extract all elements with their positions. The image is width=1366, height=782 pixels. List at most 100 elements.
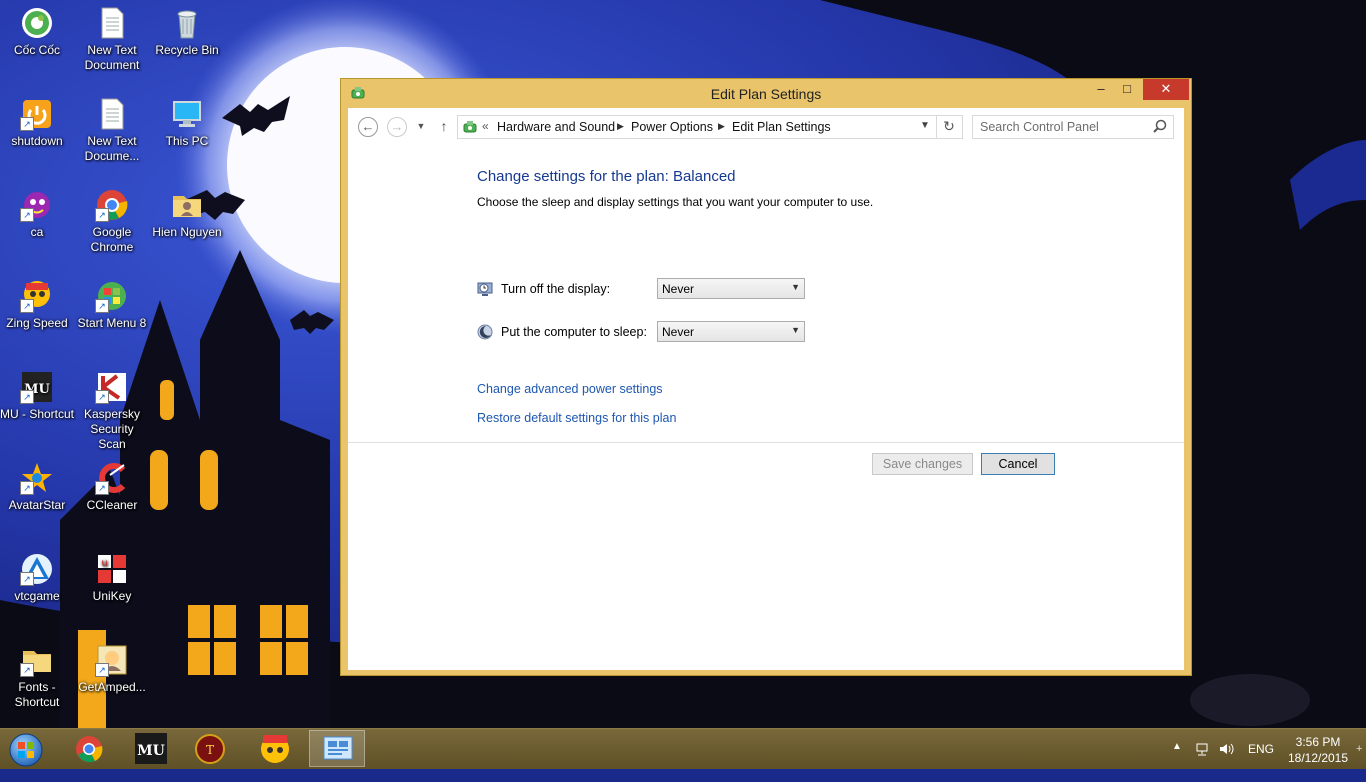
taskbar-control-panel[interactable] xyxy=(309,730,365,767)
shortcut-arrow-icon: ↗ xyxy=(95,208,109,222)
shortcut-arrow-icon: ↗ xyxy=(95,299,109,313)
ca-game-icon: ↗ xyxy=(20,188,54,222)
taskbar: MU T ▲ ENG 3:56 PM 18/12/2015 + xyxy=(0,728,1366,769)
clock-date: 18/12/2015 xyxy=(1287,751,1349,765)
network-icon[interactable] xyxy=(1194,741,1210,757)
save-changes-button[interactable]: Save changes xyxy=(872,453,973,475)
breadcrumb-separator-icon[interactable]: ▶ xyxy=(718,121,725,132)
desktop-icon-recycle-bin[interactable]: Recycle Bin xyxy=(150,6,224,58)
sleep-label: Put the computer to sleep: xyxy=(501,325,647,339)
search-placeholder: Search Control Panel xyxy=(980,120,1099,134)
breadcrumb-separator-icon[interactable]: ▶ xyxy=(617,121,624,132)
taskbar-chrome[interactable] xyxy=(61,730,117,767)
taskbar-game-2[interactable]: T xyxy=(182,730,238,767)
maximize-button[interactable]: □ xyxy=(1113,79,1141,100)
address-dropdown-icon[interactable]: ▼ xyxy=(920,120,930,131)
desktop-icon-vtcgame[interactable]: ↗ vtcgame xyxy=(0,552,74,604)
chrome-icon: ↗ xyxy=(95,188,129,222)
shortcut-arrow-icon: ↗ xyxy=(95,663,109,677)
navigation-bar: ← → ▼ ↑ « Hardware and Sound ▶ Power Opt… xyxy=(348,108,1184,146)
show-hidden-icons-chevron-icon[interactable]: ▲ xyxy=(1172,741,1182,781)
breadcrumb-edit-plan-settings[interactable]: Edit Plan Settings xyxy=(732,120,831,134)
desktop-icon-new-text-document[interactable]: New Text Document xyxy=(75,6,149,73)
desktop-icon-label: Zing Speed xyxy=(6,316,68,330)
user-folder-icon xyxy=(170,188,204,222)
back-arrow-icon[interactable]: ← xyxy=(358,117,378,137)
desktop-icon-label: Fonts - Shortcut xyxy=(14,680,60,709)
start-button[interactable] xyxy=(5,731,47,767)
desktop-icon-coc-coc[interactable]: Cốc Cốc xyxy=(0,6,74,58)
close-button[interactable]: ✕ xyxy=(1143,79,1189,100)
coc-coc-icon xyxy=(20,6,54,40)
clock[interactable]: 3:56 PM 18/12/2015 xyxy=(1286,734,1350,774)
desktop-icon-hien-nguyen[interactable]: Hien Nguyen xyxy=(150,188,224,240)
volume-icon[interactable] xyxy=(1218,741,1234,757)
turn-off-display-value: Never xyxy=(662,282,695,296)
breadcrumb-hardware-and-sound[interactable]: Hardware and Sound xyxy=(497,120,615,134)
display-timer-icon xyxy=(477,281,493,297)
title-bar[interactable]: Edit Plan Settings – □ ✕ xyxy=(341,79,1191,108)
language-indicator[interactable]: ENG xyxy=(1248,742,1274,782)
up-arrow-icon[interactable]: ↑ xyxy=(434,117,454,137)
search-input[interactable]: Search Control Panel xyxy=(972,115,1174,139)
kaspersky-icon: ↗ xyxy=(95,370,129,404)
unikey-icon: u xyxy=(95,552,129,586)
desktop-icon-ccleaner[interactable]: ↗ CCleaner xyxy=(75,461,149,513)
cancel-button[interactable]: Cancel xyxy=(981,453,1055,475)
desktop-icon-this-pc[interactable]: This PC xyxy=(150,97,224,149)
turn-off-display-label: Turn off the display: xyxy=(501,282,611,296)
desktop-icon-shutdown[interactable]: ↗ shutdown xyxy=(0,97,74,149)
minimize-button[interactable]: – xyxy=(1087,79,1115,100)
show-desktop-button[interactable]: + xyxy=(1356,729,1366,769)
desktop-icon-unikey[interactable]: u UniKey xyxy=(75,552,149,604)
recent-locations-chevron-icon[interactable]: ▼ xyxy=(411,117,431,137)
desktop-icon-label: CCleaner xyxy=(86,498,138,512)
turn-off-display-select[interactable]: Never ▼ xyxy=(657,278,805,299)
chrome-icon xyxy=(76,736,103,763)
change-advanced-power-settings-link[interactable]: Change advanced power settings xyxy=(477,382,663,396)
desktop-icon-label: Kaspersky Security Scan xyxy=(83,407,141,451)
refresh-icon[interactable]: ↻ xyxy=(936,116,961,138)
shortcut-arrow-icon: ↗ xyxy=(20,299,34,313)
desktop-icon-kaspersky[interactable]: ↗ Kaspersky Security Scan xyxy=(75,370,149,452)
chevron-down-icon: ▼ xyxy=(791,282,800,292)
desktop-icon-label: Hien Nguyen xyxy=(152,225,222,239)
getamped-icon: ↗ xyxy=(95,643,129,677)
shortcut-arrow-icon: ↗ xyxy=(95,390,109,404)
edit-plan-settings-window: Edit Plan Settings – □ ✕ ← → ▼ ↑ « Hardw… xyxy=(340,78,1192,676)
desktop-icon-label: vtcgame xyxy=(14,589,60,603)
breadcrumb-power-options[interactable]: Power Options xyxy=(631,120,713,134)
search-icon[interactable] xyxy=(1153,119,1167,133)
desktop-icon-label: New Text Docume... xyxy=(84,134,140,163)
window-client-area: ← → ▼ ↑ « Hardware and Sound ▶ Power Opt… xyxy=(348,108,1184,670)
taskbar-zing-speed[interactable] xyxy=(247,730,303,767)
address-overflow[interactable]: « xyxy=(482,119,489,133)
sleep-select[interactable]: Never ▼ xyxy=(657,321,805,342)
avatarstar-icon: ↗ xyxy=(20,461,54,495)
desktop-icon-label: UniKey xyxy=(92,589,132,603)
address-bar[interactable]: « Hardware and Sound ▶ Power Options ▶ E… xyxy=(457,115,963,139)
recycle-bin-icon xyxy=(170,6,204,40)
desktop-icon-ca[interactable]: ↗ ca xyxy=(0,188,74,240)
desktop-icon-getamped[interactable]: ↗ GetAmped... xyxy=(75,643,149,695)
page-subtitle: Choose the sleep and display settings th… xyxy=(477,195,874,209)
divider xyxy=(348,442,1184,443)
forward-arrow-icon[interactable]: → xyxy=(387,117,407,137)
svg-text:MU: MU xyxy=(137,743,165,759)
desktop-icon-start-menu-8[interactable]: ↗ Start Menu 8 xyxy=(75,279,149,331)
desktop-icon-mu-shortcut[interactable]: MU ↗ MU - Shortcut xyxy=(0,370,74,422)
vtcgame-icon: ↗ xyxy=(20,552,54,586)
sleep-value: Never xyxy=(662,325,695,339)
control-panel-icon xyxy=(462,119,478,135)
desktop-icon-new-text-document-2[interactable]: New Text Docume... xyxy=(75,97,149,164)
desktop-icon-fonts-shortcut[interactable]: ↗ Fonts - Shortcut xyxy=(0,643,74,710)
start-menu-8-icon: ↗ xyxy=(95,279,129,313)
taskbar-mu[interactable]: MU xyxy=(123,730,179,767)
page-title: Change settings for the plan: Balanced xyxy=(477,168,736,185)
desktop-icon-label: This PC xyxy=(165,134,209,148)
desktop-icon-google-chrome[interactable]: ↗ Google Chrome xyxy=(75,188,149,255)
desktop-icon-avatarstar[interactable]: ↗ AvatarStar xyxy=(0,461,74,513)
shortcut-arrow-icon: ↗ xyxy=(20,481,34,495)
desktop-icon-zing-speed[interactable]: ↗ Zing Speed xyxy=(0,279,74,331)
restore-default-settings-link[interactable]: Restore default settings for this plan xyxy=(477,411,676,425)
